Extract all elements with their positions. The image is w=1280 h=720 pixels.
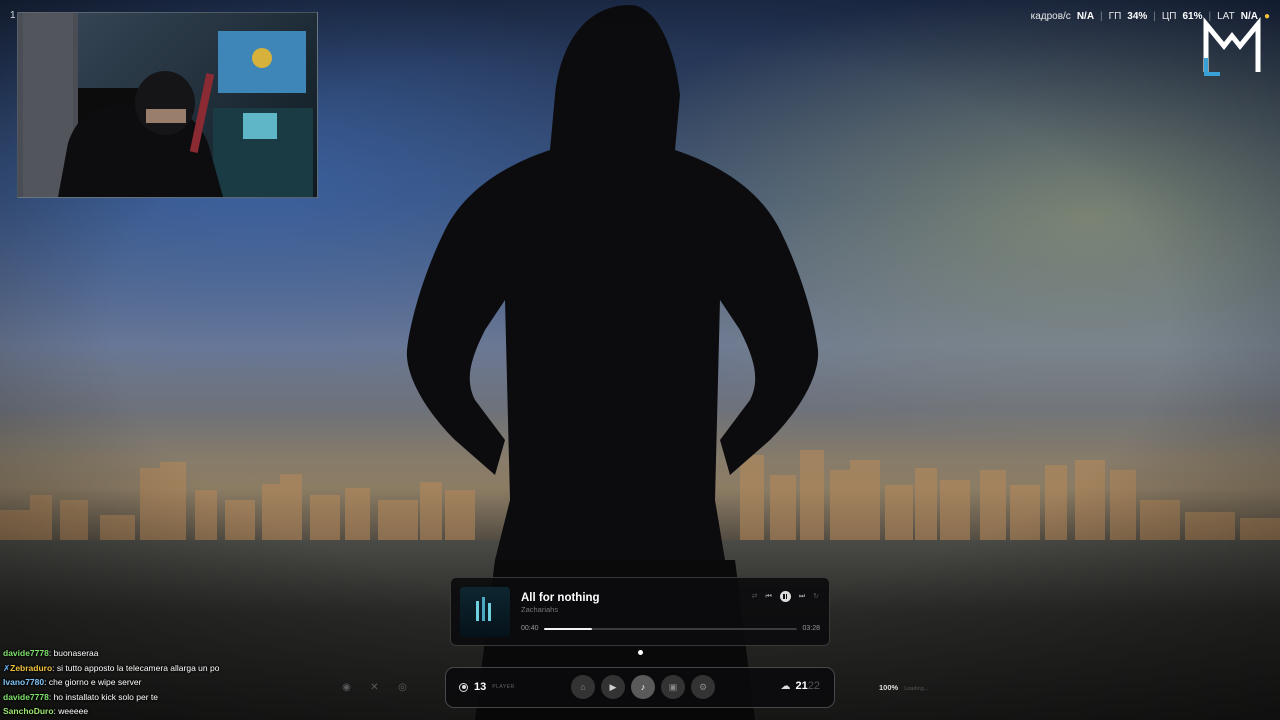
next-track-icon[interactable]: ⏭ [799,592,805,602]
chat-message: ✗Zebraduro: si tutto apposto la telecame… [3,662,220,673]
chat-message: davide7778: ho installato kick solo per … [3,691,158,702]
discord-icon[interactable]: ◉ [340,682,353,694]
chat-text: weeeee [58,706,89,717]
chat-username: Zebraduro [10,662,53,673]
progress-bar[interactable] [544,628,797,630]
brand-logo [1203,16,1261,76]
chat-username: davide7778 [3,691,49,702]
corner-indicator: 1 [10,10,16,21]
chat-username: SanchoDuro [3,706,54,717]
chat-message: Ivano7780: che giorno e wipe server [3,677,142,688]
chat-overlay: davide7778: buonaseraa ✗Zebraduro: si tu… [3,646,219,719]
fps-label: кадров/с [1030,11,1071,22]
repeat-icon[interactable]: ↻ [813,592,819,602]
settings-button[interactable]: ⚙ [691,675,715,699]
emoji-icon: ● [1263,11,1270,22]
webcam-scene [18,13,313,197]
playback-controls: ⇄ ⏮ ⏭ ↻ [752,591,819,602]
pause-button[interactable] [779,591,791,602]
gpu-label: ГП [1108,11,1122,22]
player-count-label: PLAYER [492,684,515,690]
bottom-dock: 13 PLAYER ⌂ ▶ ♪ ▣ ⚙ ☁ 21 22 [445,667,835,708]
gpu-value: 34% [1127,11,1148,22]
previous-track-icon[interactable]: ⏮ [766,592,772,602]
play-button[interactable]: ▶ [601,675,625,699]
webcam-feed [17,12,318,198]
divider: | [1100,11,1103,22]
page-indicator-dot[interactable] [638,650,643,655]
loading-status: 100% Loading... [879,683,928,692]
total-time: 03:28 [802,625,820,632]
weather-widget: ☁ 21 22 [781,680,821,692]
home-icon: ⌂ [580,681,586,692]
image-icon: ▣ [668,681,678,692]
player-count-value: 13 [474,681,487,693]
gear-icon: ⚙ [698,681,708,692]
record-icon [459,682,468,692]
cloud-icon: ☁ [780,680,791,692]
cpu-label: ЦП [1161,11,1177,22]
divider: | [1153,11,1156,22]
x-icon[interactable]: ✕ [368,682,381,694]
social-links: ◉ ✕ ◎ [340,682,409,694]
fps-value: N/A [1076,11,1095,22]
shuffle-icon[interactable]: ⇄ [752,592,758,602]
track-artist: Zachariahs [521,605,559,614]
chat-text: buonaseraa [53,648,99,658]
gallery-button[interactable]: ▣ [661,675,685,699]
cpu-value: 61% [1182,11,1203,22]
player-count: 13 PLAYER [459,681,515,693]
chat-username: davide7778 [3,648,49,658]
home-button[interactable]: ⌂ [571,675,595,699]
loading-label: Loading... [904,686,929,692]
temperature-secondary: 22 [807,680,820,692]
progress-fill [544,628,593,630]
current-time: 00:40 [521,625,539,632]
chat-message: SanchoDuro: weeeee [3,706,89,717]
album-art [460,587,510,637]
play-icon: ▶ [609,681,617,692]
temperature-value: 21 [795,680,808,692]
chat-text: si tutto apposto la telecamera allarga u… [56,662,220,673]
music-button[interactable]: ♪ [631,675,655,699]
chat-message: davide7778: buonaseraa [3,648,99,658]
music-note-icon: ♪ [640,681,646,692]
dock-buttons: ⌂ ▶ ♪ ▣ ⚙ [571,675,715,699]
track-title: All for nothing [521,592,600,604]
music-player-widget: All for nothing Zachariahs ⇄ ⏮ ⏭ ↻ 00:40… [450,577,830,646]
loading-percent: 100% [879,683,899,692]
chat-text: ho installato kick solo per te [53,691,158,702]
chat-username: Ivano7780 [3,677,45,688]
instagram-icon[interactable]: ◎ [396,682,409,694]
chat-text: che giorno e wipe server [48,677,142,688]
